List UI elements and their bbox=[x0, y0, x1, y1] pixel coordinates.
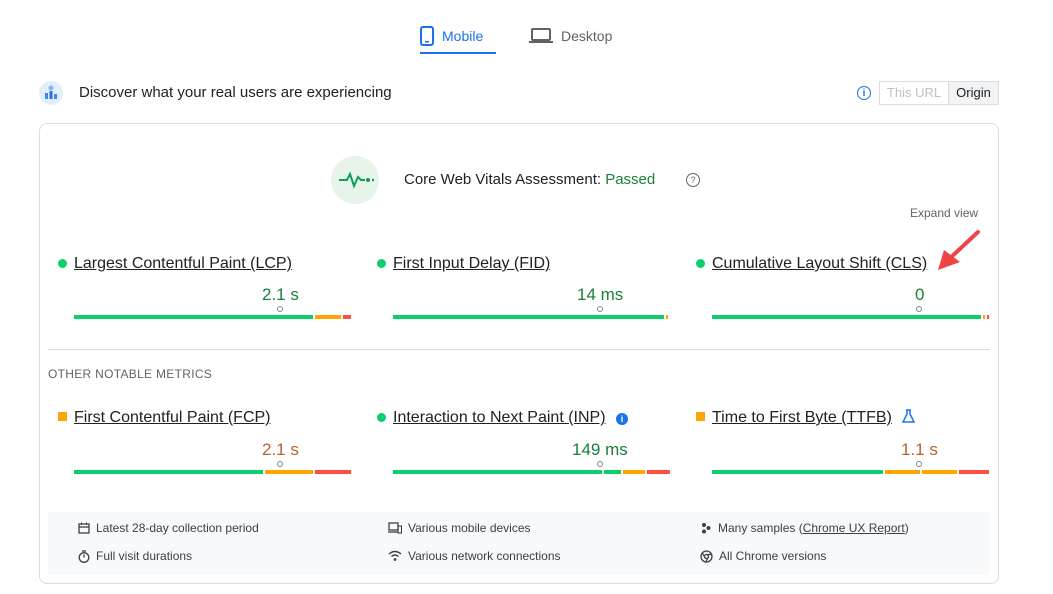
metric-cls-p75-marker bbox=[916, 306, 922, 312]
metric-fcp-name[interactable]: First Contentful Paint (FCP) bbox=[74, 409, 271, 427]
metric-lcp-name[interactable]: Largest Contentful Paint (LCP) bbox=[74, 255, 292, 273]
metric-lcp-distribution-bar bbox=[74, 315, 351, 319]
crux-logo-icon bbox=[39, 81, 63, 105]
timer-icon bbox=[78, 549, 90, 563]
metric-fid-distribution-bar bbox=[393, 315, 670, 319]
devices-icon bbox=[388, 522, 402, 534]
section-divider bbox=[48, 349, 990, 350]
scope-origin-button[interactable]: Origin bbox=[948, 81, 999, 105]
metric-inp-value: 149 ms bbox=[572, 440, 628, 459]
metric-ttfb-p75-marker bbox=[916, 461, 922, 467]
metric-fid-value: 14 ms bbox=[577, 285, 624, 304]
average-status-square bbox=[696, 412, 705, 421]
metric-fcp-value: 2.1 s bbox=[262, 440, 299, 459]
metric-ttfb-name[interactable]: Time to First Byte (TTFB) bbox=[712, 409, 892, 427]
info-icon[interactable]: i bbox=[616, 413, 628, 425]
metric-inp-distribution-bar bbox=[393, 470, 670, 474]
laptop-icon bbox=[529, 28, 553, 43]
page-title: Discover what your real users are experi… bbox=[79, 84, 392, 101]
metric-fid-name[interactable]: First Input Delay (FID) bbox=[393, 255, 550, 273]
phone-icon bbox=[420, 26, 434, 46]
footer-devices: Various mobile devices bbox=[388, 521, 531, 535]
footer-period: Latest 28-day collection period bbox=[78, 521, 259, 535]
info-icon[interactable]: i bbox=[857, 86, 871, 100]
help-icon[interactable]: ? bbox=[686, 173, 700, 187]
metric-cls-distribution-bar bbox=[712, 315, 989, 319]
metric-fcp-p75-marker bbox=[277, 461, 283, 467]
flask-icon[interactable] bbox=[901, 409, 916, 428]
metric-fcp-distribution-bar bbox=[74, 470, 351, 474]
metric-lcp-p75-marker bbox=[277, 306, 283, 312]
metric-inp-p75-marker bbox=[597, 461, 603, 467]
tab-desktop-label: Desktop bbox=[561, 28, 613, 44]
metric-inp-name[interactable]: Interaction to Next Paint (INP) bbox=[393, 409, 606, 427]
good-status-dot bbox=[377, 413, 386, 422]
assessment-status: Passed bbox=[605, 171, 656, 188]
metric-ttfb-distribution-bar bbox=[712, 470, 989, 474]
people-icon bbox=[702, 523, 711, 534]
good-status-dot bbox=[696, 259, 705, 268]
good-status-dot bbox=[58, 259, 67, 268]
metric-cls-value: 0 bbox=[915, 285, 925, 304]
footer-versions: All Chrome versions bbox=[700, 549, 826, 563]
footer-durations: Full visit durations bbox=[78, 549, 192, 563]
other-metrics-heading: OTHER NOTABLE METRICS bbox=[48, 367, 213, 381]
scope-this-url-button[interactable]: This URL bbox=[879, 81, 949, 105]
assessment-title: Core Web Vitals Assessment: Passed bbox=[404, 171, 655, 188]
pulse-icon bbox=[331, 156, 379, 204]
footer-samples: Many samples (Chrome UX Report) bbox=[700, 521, 909, 535]
chrome-icon bbox=[700, 549, 713, 563]
average-status-square bbox=[58, 412, 67, 421]
tab-mobile[interactable]: Mobile bbox=[420, 18, 496, 54]
data-source-footer: Latest 28-day collection period Various … bbox=[48, 512, 990, 575]
calendar-icon bbox=[78, 522, 90, 534]
assessment-label: Core Web Vitals Assessment: bbox=[404, 171, 602, 188]
wifi-icon bbox=[388, 550, 402, 561]
tab-mobile-label: Mobile bbox=[442, 28, 484, 44]
metric-fid-p75-marker bbox=[597, 306, 603, 312]
annotation-arrow-icon bbox=[930, 226, 984, 277]
footer-network: Various network connections bbox=[388, 549, 561, 563]
metric-cls-name[interactable]: Cumulative Layout Shift (CLS) bbox=[712, 255, 927, 273]
metric-ttfb-value: 1.1 s bbox=[901, 440, 938, 459]
chrome-ux-report-link[interactable]: Chrome UX Report bbox=[803, 521, 905, 535]
expand-view-link[interactable]: Expand view bbox=[910, 206, 978, 220]
metric-lcp-value: 2.1 s bbox=[262, 285, 299, 304]
good-status-dot bbox=[377, 259, 386, 268]
tab-desktop[interactable]: Desktop bbox=[529, 18, 629, 54]
